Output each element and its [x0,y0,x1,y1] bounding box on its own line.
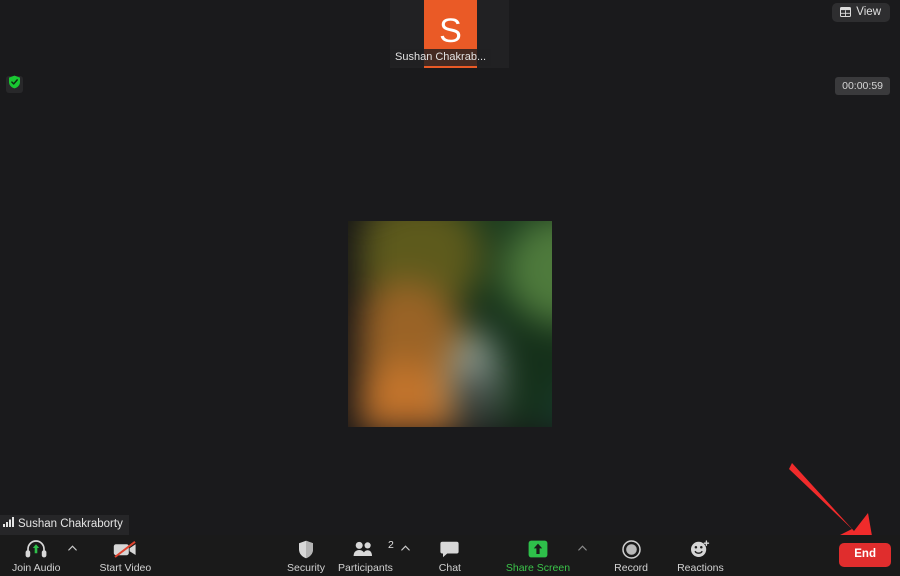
join-audio-label: Join Audio [12,562,61,574]
record-button[interactable]: Record [605,535,657,574]
participants-count-badge: 2 [388,539,394,551]
shield-icon [298,539,314,559]
signal-bars-icon [3,517,14,532]
participants-icon [353,539,377,559]
grid-view-icon [840,7,852,17]
toolbar-left-group: Join Audio Start Video [6,535,157,576]
avatar-initial: S [439,12,462,50]
meeting-toolbar: Join Audio Start Video Security 2 Partic… [0,535,900,576]
chat-label: Chat [438,562,461,574]
start-video-button[interactable]: Start Video [93,535,157,574]
active-speaker-video[interactable] [348,221,552,427]
end-meeting-button[interactable]: End [839,543,891,567]
share-screen-button[interactable]: Share Screen [500,535,576,574]
share-screen-icon [528,539,548,559]
security-label: Security [287,562,325,574]
camera-off-icon [113,539,137,559]
record-circle-icon [621,539,641,559]
view-button[interactable]: View [832,3,890,22]
chat-bubble-icon [440,539,459,559]
share-screen-label: Share Screen [505,562,571,574]
self-name-text: Sushan Chakraborty [18,518,123,530]
meeting-timer: 00:00:59 [835,77,890,95]
toolbar-center-group: Security 2 Participants Chat Share Scree… [280,535,730,576]
participants-button[interactable]: 2 Participants [332,535,399,574]
reactions-smiley-icon [690,539,710,559]
share-screen-options-caret[interactable] [576,535,589,576]
join-audio-button[interactable]: Join Audio [6,535,66,574]
audio-options-caret[interactable] [66,535,79,576]
thumbnail-name-label: Sushan Chakrab... [390,49,492,66]
headset-join-audio-icon [25,539,47,559]
chat-button[interactable]: Chat [424,535,476,574]
thumbnail-strip: S Sushan Chakrab... [390,0,509,68]
encryption-status-badge[interactable] [6,75,23,94]
security-button[interactable]: Security [280,535,332,574]
reactions-button[interactable]: Reactions [671,535,730,574]
self-video-name-label: Sushan Chakraborty [0,515,129,535]
reactions-label: Reactions [677,562,724,574]
start-video-label: Start Video [99,562,152,574]
participants-options-caret[interactable] [399,535,412,576]
blurred-video-content [348,221,552,427]
view-button-label: View [856,6,881,18]
participants-label: Participants [338,562,393,574]
record-label: Record [614,562,648,574]
green-shield-check-icon [8,75,21,94]
